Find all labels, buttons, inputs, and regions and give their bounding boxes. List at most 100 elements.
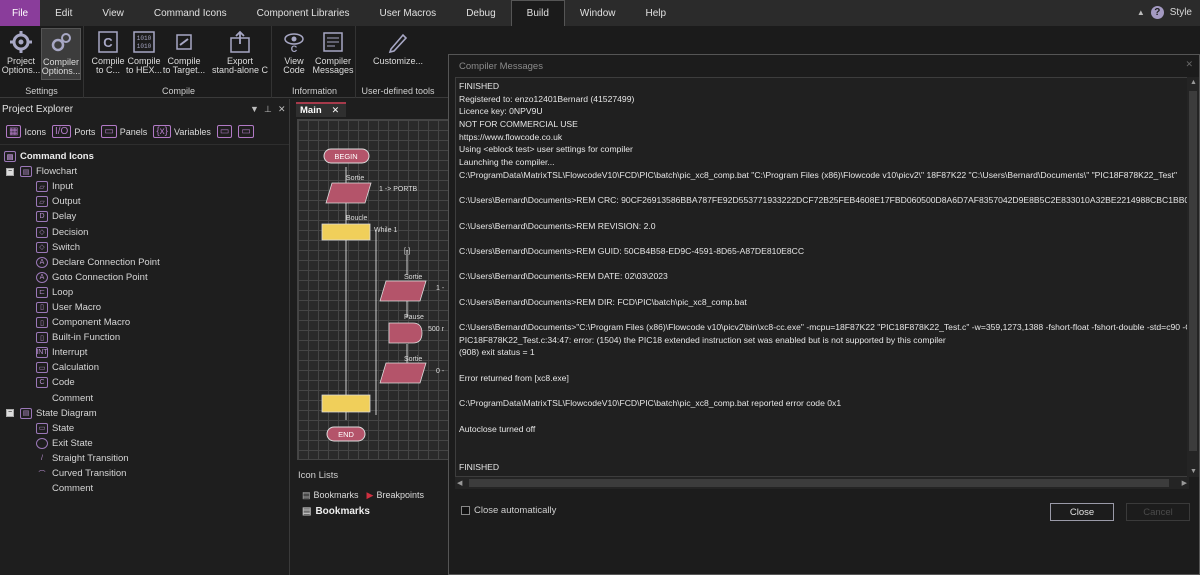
- menu-edit[interactable]: Edit: [40, 0, 87, 26]
- tree-item-comment[interactable]: Comment: [0, 391, 289, 406]
- dialog-close-icon[interactable]: ✕: [1185, 59, 1193, 70]
- delay-icon: D: [36, 211, 48, 223]
- output-shape-2[interactable]: [379, 280, 427, 302]
- horizontal-scroll-thumb[interactable]: [469, 479, 1169, 487]
- tree-item-curved-transition[interactable]: ⌒ Curved Transition: [0, 466, 289, 481]
- menu-debug[interactable]: Debug: [451, 0, 510, 26]
- tree-item-delay[interactable]: D Delay: [0, 209, 289, 224]
- tree-item-switch[interactable]: ◇ Switch: [0, 240, 289, 255]
- tab-ports[interactable]: I/O Ports: [51, 125, 95, 138]
- scroll-up-icon[interactable]: ▲: [1190, 79, 1197, 86]
- panel-view-alt-icon[interactable]: ▭: [238, 125, 254, 138]
- close-automatically-checkbox[interactable]: Close automatically: [461, 505, 556, 516]
- compiler-messages-dialog: Compiler Messages ✕ FINISHED Registered t…: [448, 54, 1200, 575]
- tab-panels[interactable]: ▭ Panels: [101, 125, 147, 138]
- tree-item-state-comment[interactable]: Comment: [0, 481, 289, 496]
- collapse-icon[interactable]: −: [6, 409, 14, 418]
- tree-item-state[interactable]: ▭ State: [0, 421, 289, 436]
- output-shape-1[interactable]: [325, 182, 372, 204]
- compiler-message-line: Registered to: enzo12401Bernard (4152749…: [459, 93, 635, 104]
- close-tab-icon[interactable]: ✕: [332, 105, 340, 116]
- menu-component-libraries[interactable]: Component Libraries: [242, 0, 365, 26]
- project-options-button[interactable]: Project Options...: [2, 28, 40, 75]
- tree-root-command-icons[interactable]: ▤ Command Icons: [0, 149, 289, 164]
- horizontal-scrollbar[interactable]: ◀ ▶: [455, 477, 1189, 489]
- compiler-message-line: [459, 308, 1185, 321]
- compile-to-c-button[interactable]: C Compile to C...: [90, 28, 126, 75]
- vertical-scrollbar[interactable]: ▲ ▼: [1187, 77, 1199, 477]
- compiler-output-text[interactable]: FINISHED Registered to: enzo12401Bernard …: [455, 77, 1189, 477]
- collapse-ribbon-icon[interactable]: ▲: [1137, 8, 1145, 17]
- compiler-message-line: [459, 359, 1185, 372]
- tab-breakpoints[interactable]: ▶ Breakpoints: [367, 490, 424, 501]
- compiler-message-line: Error returned from [xc8.exe]: [459, 372, 569, 383]
- tree-item-exit-state[interactable]: Exit State: [0, 436, 289, 451]
- tab-icons[interactable]: ▦ Icons: [6, 125, 46, 138]
- export-icon: [230, 30, 250, 53]
- tree-item-input[interactable]: ▱ Input: [0, 179, 289, 194]
- compile-to-hex-button[interactable]: 1010 1010 Compile to HEX...: [126, 28, 162, 75]
- checkbox-box[interactable]: [461, 506, 470, 515]
- tree-item-goto-connection-point[interactable]: A Goto Connection Point: [0, 270, 289, 285]
- one-arrow-label: 1 -: [436, 285, 445, 292]
- chip-icon: [176, 34, 192, 50]
- customize-button[interactable]: Customize...: [366, 28, 430, 66]
- tab-main[interactable]: Main ✕: [296, 102, 346, 117]
- close-panel-icon[interactable]: ✕: [278, 104, 286, 115]
- messages-icon: [323, 32, 343, 52]
- tree-flowchart[interactable]: − ▤ Flowchart: [0, 164, 289, 179]
- compiler-message-line: C:\Users\Bernard\Documents>REM CRC: 90CF…: [459, 195, 1189, 206]
- menu-build[interactable]: Build: [510, 0, 565, 26]
- style-menu[interactable]: Style: [1170, 7, 1192, 18]
- menu-user-macros[interactable]: User Macros: [365, 0, 452, 26]
- zero-arrow-label: 0 -: [436, 368, 445, 375]
- scroll-left-icon[interactable]: ◀: [457, 479, 462, 487]
- tree-item-interrupt[interactable]: INT Interrupt: [0, 345, 289, 360]
- menu-help[interactable]: Help: [630, 0, 681, 26]
- help-icon[interactable]: ?: [1150, 6, 1164, 19]
- bookmarks-section-title: ▤ Bookmarks: [302, 506, 370, 517]
- tree-item-output[interactable]: ▱ Output: [0, 194, 289, 209]
- tree-item-calculation[interactable]: ▭ Calculation: [0, 360, 289, 375]
- tab-variables[interactable]: {x} Variables: [153, 125, 211, 138]
- compiler-messages-button[interactable]: Compiler Messages: [312, 28, 354, 75]
- compiler-message-line: [459, 258, 1185, 271]
- compiler-options-button[interactable]: Compiler Options...: [41, 28, 81, 80]
- flowchart-canvas[interactable]: BEGIN Sortie 1 -> PORTB Boucle While 1 […: [297, 119, 450, 460]
- pin-icon[interactable]: ⊥: [264, 104, 272, 115]
- tree-item-built-in-function[interactable]: ▯ Built-in Function: [0, 330, 289, 345]
- close-button[interactable]: Close: [1050, 503, 1114, 521]
- bookmarks-icon: ▤: [302, 489, 311, 500]
- output-shape-3[interactable]: [379, 362, 427, 384]
- menu-window[interactable]: Window: [565, 0, 631, 26]
- view-code-button[interactable]: C View Code: [278, 28, 310, 75]
- panel-view-icon[interactable]: ▭: [216, 125, 233, 138]
- tree-item-user-macro[interactable]: ▯ User Macro: [0, 300, 289, 315]
- tree-state-diagram[interactable]: − ▤ State Diagram: [0, 406, 289, 421]
- user-defined-tools-group-label: User-defined tools: [361, 86, 435, 96]
- panel-dropdown-icon[interactable]: ▼: [250, 104, 259, 114]
- tree-item-code[interactable]: C Code: [0, 375, 289, 390]
- tree-item-decision[interactable]: ◇ Decision: [0, 224, 289, 239]
- pause-label: Pause: [404, 314, 424, 321]
- tree-item-loop[interactable]: ⊏ Loop: [0, 285, 289, 300]
- collapse-icon[interactable]: −: [6, 167, 14, 176]
- loop-shape-bottom[interactable]: [321, 394, 371, 413]
- menu-view[interactable]: View: [87, 0, 139, 26]
- ribbon-group-user-defined-tools: Customize... User-defined tools: [356, 26, 440, 98]
- menu-file[interactable]: File: [0, 0, 41, 26]
- menu-command-icons[interactable]: Command Icons: [139, 0, 242, 26]
- delay-shape[interactable]: [388, 322, 423, 344]
- loop-shape-top[interactable]: [321, 223, 371, 241]
- compile-to-target-button[interactable]: Compile to Target...: [162, 28, 206, 75]
- tree-item-component-macro[interactable]: ▯ Component Macro: [0, 315, 289, 330]
- goto-connection-point-icon: A: [36, 271, 48, 283]
- tree-item-declare-connection-point[interactable]: A Declare Connection Point: [0, 255, 289, 270]
- vertical-scroll-thumb[interactable]: [1189, 91, 1197, 451]
- scroll-down-icon[interactable]: ▼: [1190, 468, 1197, 475]
- tab-bookmarks[interactable]: ▤ Bookmarks: [302, 490, 359, 501]
- scroll-right-icon[interactable]: ▶: [1182, 479, 1187, 487]
- export-standalone-c-button[interactable]: Export stand-alone C: [210, 28, 270, 75]
- tree-item-straight-transition[interactable]: / Straight Transition: [0, 451, 289, 466]
- compiler-message-line: NOT FOR COMMERCIAL USE: [459, 119, 578, 130]
